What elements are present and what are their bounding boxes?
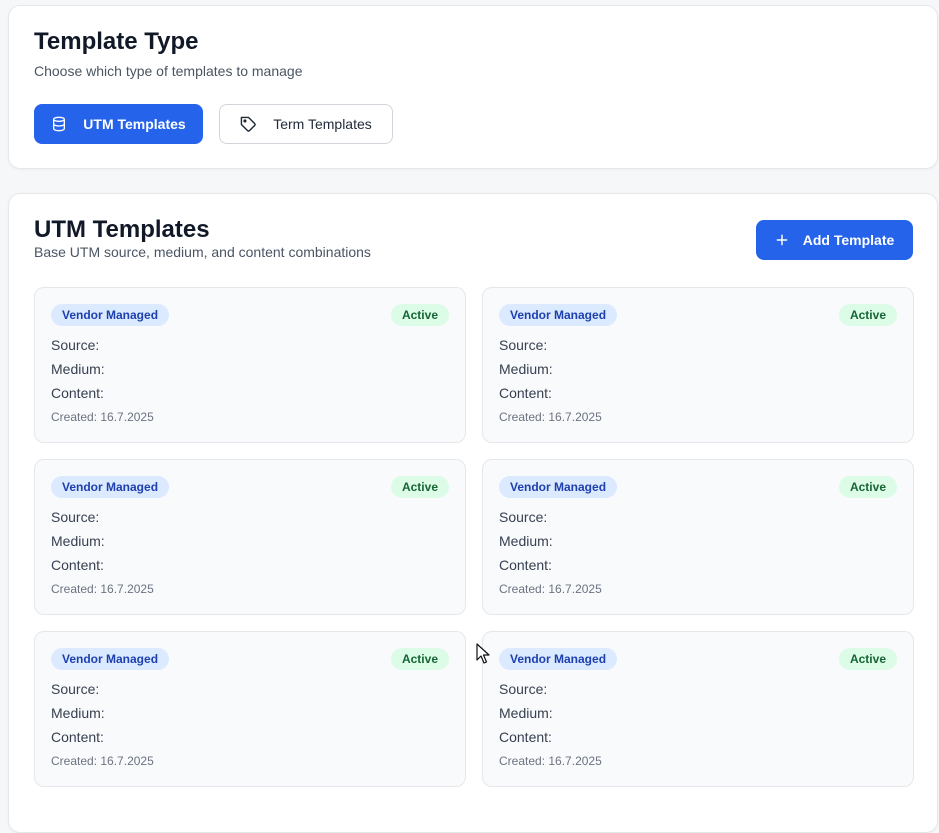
term-templates-button-label: Term Templates — [273, 116, 372, 132]
created-date: Created: 16.7.2025 — [499, 754, 602, 768]
template-card[interactable]: Vendor Managed Active Source: Medium: Co… — [34, 459, 466, 615]
add-template-button[interactable]: Add Template — [756, 220, 913, 260]
medium-label: Medium: — [499, 361, 553, 377]
utm-templates-button[interactable]: UTM Templates — [34, 104, 203, 144]
template-type-subtitle: Choose which type of templates to manage — [34, 63, 303, 79]
source-label: Source: — [499, 337, 548, 353]
source-label: Source: — [51, 681, 100, 697]
medium-label: Medium: — [499, 533, 553, 549]
vendor-managed-badge: Vendor Managed — [499, 304, 618, 326]
vendor-managed-badge: Vendor Managed — [51, 648, 170, 670]
source-label: Source: — [499, 681, 548, 697]
template-card[interactable]: Vendor Managed Active Source: Medium: Co… — [482, 459, 914, 615]
utm-templates-title: UTM Templates — [34, 216, 210, 243]
created-date: Created: 16.7.2025 — [51, 754, 154, 768]
content-label: Content: — [499, 729, 552, 745]
plus-icon — [776, 234, 788, 246]
add-template-button-label: Add Template — [802, 232, 895, 248]
medium-label: Medium: — [51, 361, 105, 377]
template-card[interactable]: Vendor Managed Active Source: Medium: Co… — [34, 631, 466, 787]
template-type-title: Template Type — [34, 28, 199, 55]
status-badge: Active — [838, 476, 897, 498]
vendor-managed-badge: Vendor Managed — [51, 304, 170, 326]
medium-label: Medium: — [51, 533, 105, 549]
status-badge: Active — [390, 476, 449, 498]
content-label: Content: — [51, 385, 104, 401]
source-label: Source: — [51, 337, 100, 353]
content-label: Content: — [51, 729, 104, 745]
utm-templates-subtitle: Base UTM source, medium, and content com… — [34, 244, 371, 260]
term-templates-button[interactable]: Term Templates — [219, 104, 393, 144]
mouse-cursor-icon — [476, 643, 490, 664]
template-card[interactable]: Vendor Managed Active Source: Medium: Co… — [482, 287, 914, 443]
vendor-managed-badge: Vendor Managed — [499, 476, 618, 498]
source-label: Source: — [499, 509, 548, 525]
status-badge: Active — [838, 648, 897, 670]
template-card[interactable]: Vendor Managed Active Source: Medium: Co… — [34, 287, 466, 443]
created-date: Created: 16.7.2025 — [499, 410, 602, 424]
template-type-card: Template Type Choose which type of templ… — [8, 5, 938, 169]
source-label: Source: — [51, 509, 100, 525]
template-card[interactable]: Vendor Managed Active Source: Medium: Co… — [482, 631, 914, 787]
content-label: Content: — [51, 557, 104, 573]
database-icon — [53, 116, 66, 132]
vendor-managed-badge: Vendor Managed — [51, 476, 170, 498]
content-label: Content: — [499, 557, 552, 573]
created-date: Created: 16.7.2025 — [51, 582, 154, 596]
created-date: Created: 16.7.2025 — [499, 582, 602, 596]
tag-icon — [240, 116, 256, 132]
medium-label: Medium: — [51, 705, 105, 721]
utm-templates-card: UTM Templates Base UTM source, medium, a… — [8, 193, 938, 833]
utm-templates-button-label: UTM Templates — [83, 116, 186, 132]
vendor-managed-badge: Vendor Managed — [499, 648, 618, 670]
created-date: Created: 16.7.2025 — [51, 410, 154, 424]
content-label: Content: — [499, 385, 552, 401]
medium-label: Medium: — [499, 705, 553, 721]
status-badge: Active — [838, 304, 897, 326]
status-badge: Active — [390, 304, 449, 326]
status-badge: Active — [390, 648, 449, 670]
